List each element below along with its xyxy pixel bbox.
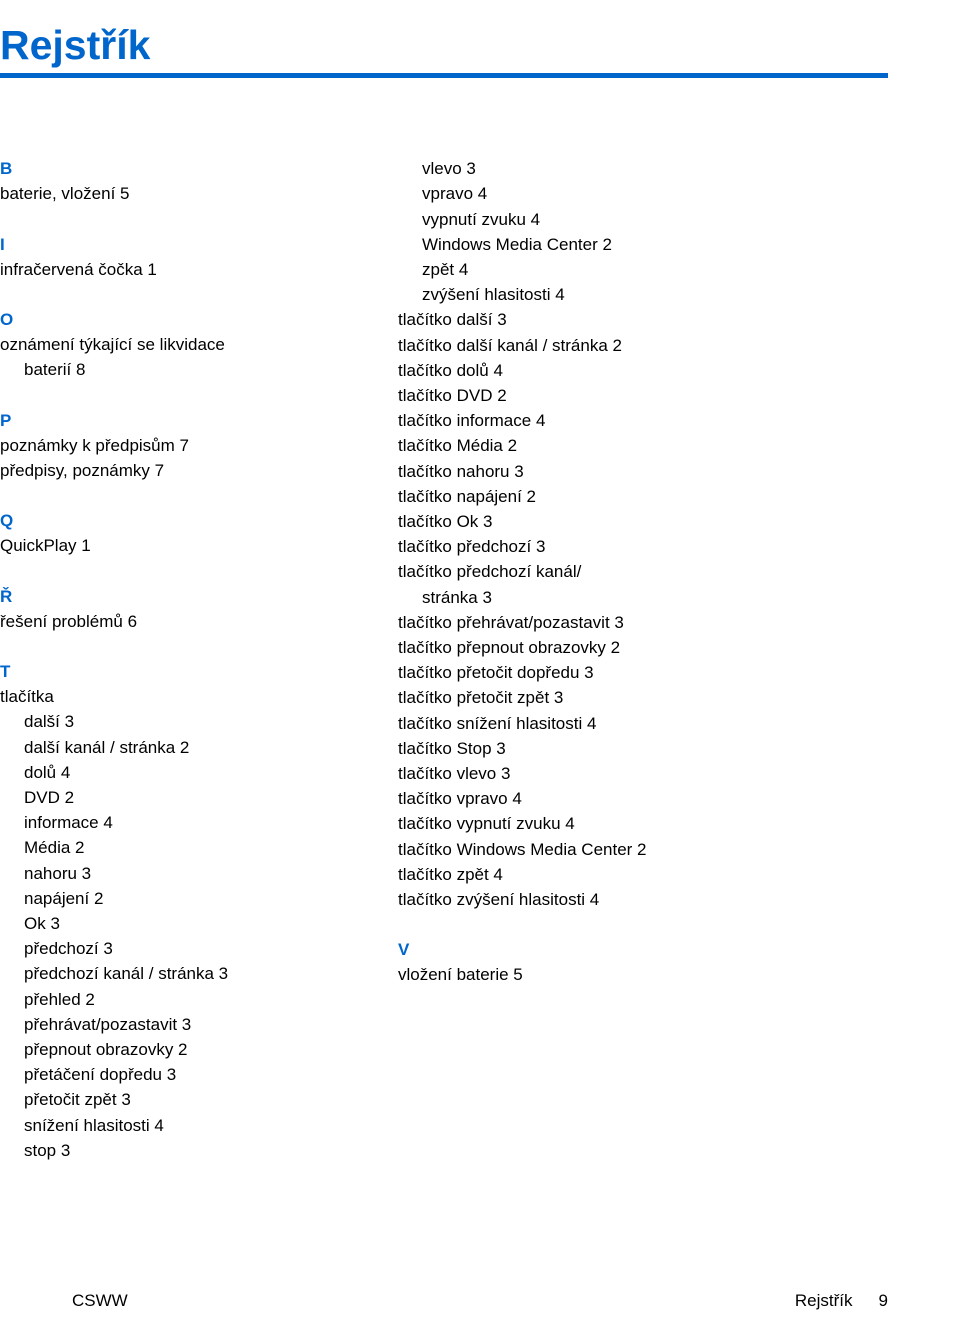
index-subentry: přehled 2 [0,987,350,1012]
index-letter: B [0,156,350,181]
index-column-1: Bbaterie, vložení 5 Iinfračervená čočka 1… [0,156,350,1163]
index-entry: tlačítko napájení 2 [398,484,828,509]
index-entry: tlačítko přepnout obrazovky 2 [398,635,828,660]
index-subentry: vpravo 4 [398,181,828,206]
page-footer: CSWW Rejstřík 9 [72,1291,888,1311]
index-entry: tlačítko přetočit dopředu 3 [398,660,828,685]
index-column-2: vlevo 3vpravo 4vypnutí zvuku 4Windows Me… [398,156,828,1163]
index-spacer [398,912,828,937]
index-letter: V [398,937,828,962]
index-entry: tlačítko DVD 2 [398,383,828,408]
index-subentry: dolů 4 [0,760,350,785]
footer-right: Rejstřík 9 [795,1291,888,1311]
index-entry: tlačítko přetočit zpět 3 [398,685,828,710]
index-letter: O [0,307,350,332]
index-subentry: vypnutí zvuku 4 [398,207,828,232]
index-subentry: další kanál / stránka 2 [0,735,350,760]
index-entry: tlačítko předchozí 3 [398,534,828,559]
index-entry: tlačítko vypnutí zvuku 4 [398,811,828,836]
page: Rejstřík Bbaterie, vložení 5 Iinfračerven… [0,0,960,1343]
index-subentry: DVD 2 [0,785,350,810]
index-spacer [0,207,350,232]
index-subentry: další 3 [0,709,350,734]
index-entry: infračervená čočka 1 [0,257,350,282]
index-entry: tlačítko další 3 [398,307,828,332]
index-subentry: nahoru 3 [0,861,350,886]
page-title: Rejstřík [0,22,888,69]
index-entry: tlačítko snížení hlasitosti 4 [398,711,828,736]
index-subentry: Windows Media Center 2 [398,232,828,257]
index-subentry: předchozí kanál / stránka 3 [0,961,350,986]
index-entry: tlačítko zpět 4 [398,862,828,887]
index-subentry: přetáčení dopředu 3 [0,1062,350,1087]
footer-section-label: Rejstřík [795,1291,853,1311]
index-subentry: zpět 4 [398,257,828,282]
index-subentry: přetočit zpět 3 [0,1087,350,1112]
index-subentry: stop 3 [0,1138,350,1163]
index-entry: tlačítko nahoru 3 [398,459,828,484]
index-entry: baterie, vložení 5 [0,181,350,206]
index-entry: QuickPlay 1 [0,533,350,558]
footer-left: CSWW [72,1291,128,1311]
index-entry: poznámky k předpisům 7 [0,433,350,458]
index-letter: I [0,232,350,257]
index-letter: P [0,408,350,433]
index-subentry: Ok 3 [0,911,350,936]
index-subentry: přehrávat/pozastavit 3 [0,1012,350,1037]
index-entry: tlačítko Média 2 [398,433,828,458]
index-entry: tlačítko Ok 3 [398,509,828,534]
index-subentry: přepnout obrazovky 2 [0,1037,350,1062]
index-subentry: napájení 2 [0,886,350,911]
footer-page-number: 9 [879,1291,888,1311]
index-entry: tlačítko zvýšení hlasitosti 4 [398,887,828,912]
index-subentry: vlevo 3 [398,156,828,181]
index-subentry: stránka 3 [398,585,828,610]
title-rule [0,73,888,78]
index-subentry: baterií 8 [0,357,350,382]
index-subentry: Média 2 [0,835,350,860]
index-entry: tlačítko Windows Media Center 2 [398,837,828,862]
index-spacer [0,483,350,508]
index-entry: tlačítko informace 4 [398,408,828,433]
index-letter: Ř [0,584,350,609]
index-subentry: informace 4 [0,810,350,835]
index-entry: tlačítka [0,684,350,709]
index-entry: tlačítko vlevo 3 [398,761,828,786]
index-entry: řešení problémů 6 [0,609,350,634]
index-letter: T [0,659,350,684]
index-entry: tlačítko vpravo 4 [398,786,828,811]
index-subentry: předchozí 3 [0,936,350,961]
index-subentry: snížení hlasitosti 4 [0,1113,350,1138]
index-entry: předpisy, poznámky 7 [0,458,350,483]
index-spacer [0,634,350,659]
index-subentry: zvýšení hlasitosti 4 [398,282,828,307]
index-entry: tlačítko dolů 4 [398,358,828,383]
index-columns: Bbaterie, vložení 5 Iinfračervená čočka 1… [0,156,888,1163]
index-spacer [0,559,350,584]
index-spacer [0,383,350,408]
index-letter: Q [0,508,350,533]
index-entry: tlačítko Stop 3 [398,736,828,761]
index-entry: tlačítko další kanál / stránka 2 [398,333,828,358]
index-spacer [0,282,350,307]
index-entry: tlačítko přehrávat/pozastavit 3 [398,610,828,635]
index-entry: tlačítko předchozí kanál/ [398,559,828,584]
index-entry: vložení baterie 5 [398,962,828,987]
index-entry: oznámení týkající se likvidace [0,332,350,357]
